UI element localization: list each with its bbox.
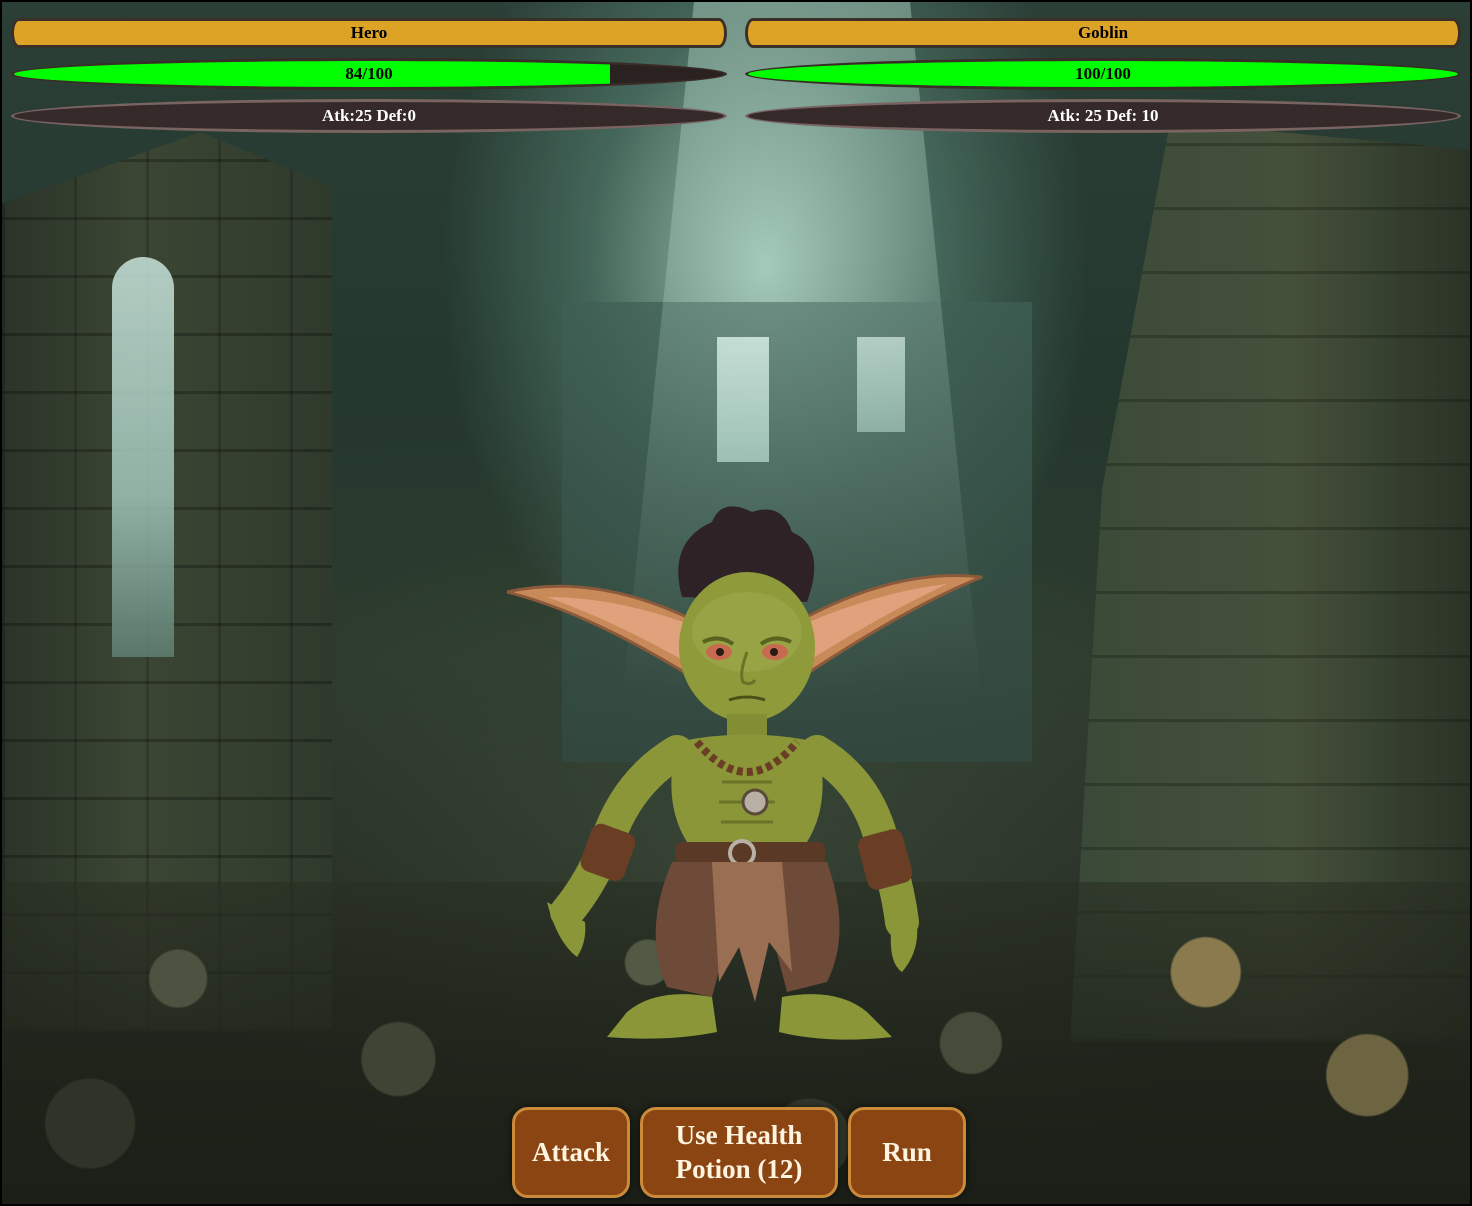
- enemy-stats: Atk: 25 Def: 10: [745, 99, 1461, 133]
- ruin-archway: [112, 257, 174, 657]
- hero-health-bar: 84/100: [11, 58, 727, 90]
- enemy-health-text: 100/100: [1075, 64, 1131, 83]
- enemy-health-bar: 100/100: [745, 58, 1461, 90]
- attack-button[interactable]: Attack: [512, 1107, 630, 1198]
- hero-name: Hero: [11, 18, 727, 48]
- enemy-name: Goblin: [745, 18, 1461, 48]
- hero-status-panel: Hero 84/100 Atk:25 Def:0: [11, 18, 727, 143]
- enemy-status-panel: Goblin 100/100 Atk: 25 Def: 10: [745, 18, 1461, 143]
- game-screen: Hero 84/100 Atk:25 Def:0 Goblin 100/100 …: [0, 0, 1472, 1206]
- hero-stats: Atk:25 Def:0: [11, 99, 727, 133]
- action-bar: Attack Use Health Potion (12) Run: [512, 1107, 966, 1198]
- run-button[interactable]: Run: [848, 1107, 966, 1198]
- use-health-potion-button[interactable]: Use Health Potion (12): [640, 1107, 838, 1198]
- hero-health-text: 84/100: [345, 64, 393, 83]
- goblin-enemy-sprite[interactable]: [507, 502, 987, 1052]
